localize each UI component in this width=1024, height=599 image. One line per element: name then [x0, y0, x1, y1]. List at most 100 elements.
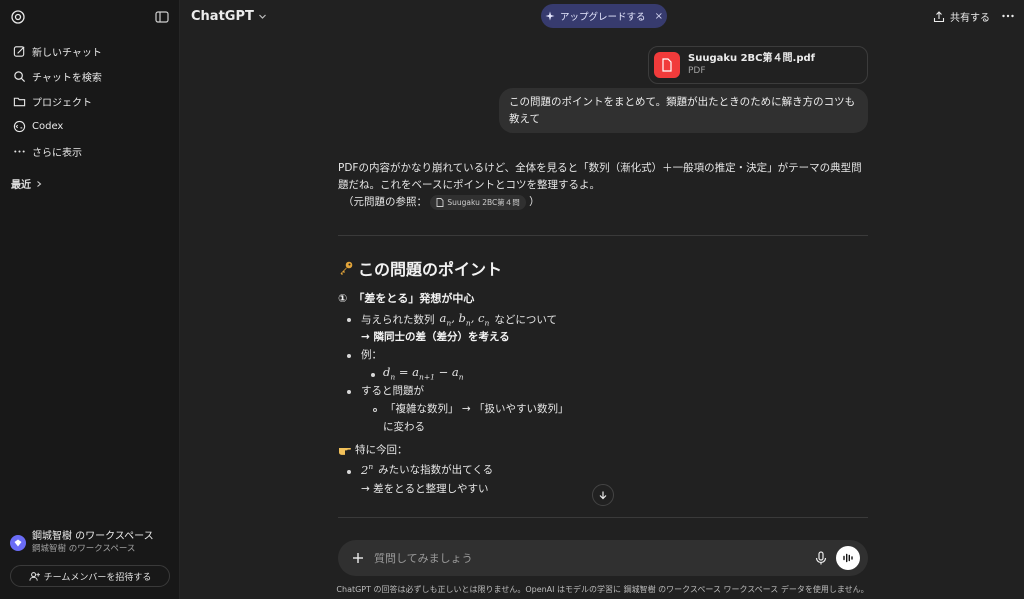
- workspace-subtitle: 鋼城智樹 のワークスペース: [32, 544, 136, 554]
- subsection-text: 「差をとる」発想が中心: [353, 292, 475, 305]
- list-item-note: → 差をとると整理しやすい: [361, 481, 489, 496]
- scroll-to-bottom-button[interactable]: [592, 484, 614, 506]
- divider: [338, 517, 868, 518]
- bullet: [347, 390, 351, 394]
- list-item-emphasis: → 隣同士の差（差分）を考える: [361, 331, 510, 343]
- attached-file-card[interactable]: Suugaku 2BC第４問.pdf PDF: [648, 46, 868, 84]
- sidebar-item-label: Codex: [32, 120, 64, 132]
- message-composer: [338, 540, 868, 576]
- sidebar-item-label: さらに表示: [32, 147, 82, 159]
- section-heading: この問題のポイント: [338, 256, 502, 280]
- sidebar-item-search-chats[interactable]: チャットを検索: [6, 64, 174, 88]
- prompt-input[interactable]: [374, 548, 794, 568]
- sidebar-top: [0, 0, 180, 34]
- bullet: [371, 373, 375, 377]
- key-icon: [340, 261, 353, 275]
- list-item-text: 与えられた数列: [361, 313, 435, 326]
- voice-mode-button[interactable]: [836, 546, 860, 570]
- more-dots-icon: [12, 144, 26, 158]
- sidebar-item-show-more[interactable]: さらに表示: [6, 139, 174, 163]
- note-line: 特に今回：: [338, 442, 408, 457]
- bullet: [347, 318, 351, 322]
- plus-icon[interactable]: [350, 550, 366, 566]
- math-formula: dn = an+1 − an: [383, 365, 464, 381]
- model-selector[interactable]: ChatGPT: [191, 9, 267, 24]
- sparkle-icon: [545, 11, 555, 21]
- folder-icon: [12, 94, 26, 108]
- list-item-text: 「複雑な数列」 → 「扱いやすい数列」: [385, 403, 569, 415]
- subsection-title: ① 「差をとる」発想が中心: [338, 290, 474, 306]
- math-difference-formula: dn = an+1 − an: [383, 365, 464, 382]
- sidebar-toggle-icon[interactable]: [154, 9, 170, 25]
- waveform-icon: [843, 553, 853, 563]
- new-chat-icon: [12, 44, 26, 58]
- codex-icon: [12, 119, 26, 133]
- upgrade-button[interactable]: アップグレードする ×: [541, 4, 667, 28]
- ref-suffix: ）: [529, 196, 540, 208]
- chevron-right-icon: [37, 180, 42, 187]
- bullet: [347, 354, 351, 358]
- answer-intro-text: PDFの内容がかなり崩れているけど、全体を見ると「数列（漸化式）＋一般項の推定・…: [338, 162, 862, 191]
- sidebar-item-projects[interactable]: プロジェクト: [6, 89, 174, 113]
- microphone-icon[interactable]: [813, 550, 829, 566]
- diamond-icon: [14, 539, 22, 547]
- section-number: ①: [338, 291, 348, 305]
- bullet: [347, 470, 351, 474]
- sidebar-item-label: 新しいチャット: [32, 47, 102, 59]
- note-text: 特に今回：: [355, 444, 408, 456]
- list-item: 与えられた数列 an, bn, cn などについて: [361, 311, 557, 327]
- list-item: 2n みたいな指数が出てくる: [361, 462, 493, 477]
- top-bar: ChatGPT アップグレードする × 共有する: [181, 0, 1024, 34]
- sidebar-item-codex[interactable]: Codex: [6, 114, 174, 138]
- recent-section-toggle[interactable]: 最近: [11, 176, 43, 191]
- invite-label: チームメンバーを招待する: [43, 572, 152, 583]
- heading-text: この問題のポイント: [358, 260, 503, 279]
- upgrade-label: アップグレードする: [560, 12, 646, 23]
- add-user-icon: [29, 571, 40, 581]
- list-item: 例：: [361, 347, 382, 362]
- workspace-switcher[interactable]: 鋼城智樹 のワークスペース 鋼城智樹 のワークスペース: [10, 530, 172, 556]
- list-item: に変わる: [383, 419, 425, 434]
- ref-prefix: （元問題の参照：: [343, 196, 427, 208]
- list-item-text: 例：: [361, 349, 382, 361]
- model-name: ChatGPT: [191, 9, 254, 24]
- share-label: 共有する: [950, 13, 990, 24]
- openai-logo-icon[interactable]: [10, 9, 26, 25]
- sidebar-item-label: プロジェクト: [32, 97, 92, 109]
- list-item-text: すると問題が: [361, 385, 424, 397]
- list-item-note: → 隣同士の差（差分）を考える: [361, 329, 510, 344]
- arrow-down-icon: [599, 491, 607, 500]
- source-reference-label: Suugaku 2BC第４問: [447, 197, 520, 207]
- list-item-text: → 差をとると整理しやすい: [361, 483, 489, 495]
- pointing-hand-icon: [339, 447, 351, 455]
- pdf-file-icon: [654, 52, 680, 78]
- user-message: この問題のポイントをまとめて。類題が出たときのために解き方のコツも教えて: [499, 88, 868, 133]
- assistant-intro: PDFの内容がかなり崩れているけど、全体を見ると「数列（漸化式）＋一般項の推定・…: [338, 160, 870, 211]
- sidebar: 新しいチャット チャットを検索 プロジェクト Codex さらに表示 最近 鋼城…: [0, 0, 180, 599]
- disclaimer-text: ChatGPT の回答は必ずしも正しいとは限りません。OpenAI はモデルの学…: [336, 585, 869, 594]
- close-icon[interactable]: ×: [655, 11, 663, 22]
- more-options-icon[interactable]: [1001, 9, 1015, 23]
- share-icon: [933, 10, 945, 22]
- share-button[interactable]: 共有する: [933, 9, 990, 24]
- list-item: すると問題が: [361, 383, 424, 398]
- math-exponent: 2n: [361, 462, 374, 477]
- workspace-name: 鋼城智樹 のワークスペース: [32, 531, 154, 542]
- file-type: PDF: [688, 66, 706, 76]
- file-name: Suugaku 2BC第４問.pdf: [688, 53, 815, 64]
- list-item-text: などについて: [494, 313, 558, 326]
- document-icon: [436, 197, 444, 207]
- chevron-down-icon: [258, 14, 266, 19]
- divider: [338, 235, 868, 236]
- workspace-avatar: [10, 535, 26, 551]
- list-item: 「複雑な数列」 → 「扱いやすい数列」: [385, 401, 568, 416]
- list-item-text: に変わる: [383, 421, 425, 433]
- invite-team-button[interactable]: チームメンバーを招待する: [10, 565, 170, 587]
- bullet: [373, 408, 377, 412]
- list-item-text: みたいな指数が出てくる: [378, 464, 494, 476]
- source-reference-chip[interactable]: Suugaku 2BC第４問: [430, 194, 526, 210]
- math-sequences: an, bn, cn: [439, 311, 490, 328]
- search-icon: [12, 69, 26, 83]
- sidebar-item-label: チャットを検索: [32, 72, 102, 84]
- sidebar-item-new-chat[interactable]: 新しいチャット: [6, 39, 174, 63]
